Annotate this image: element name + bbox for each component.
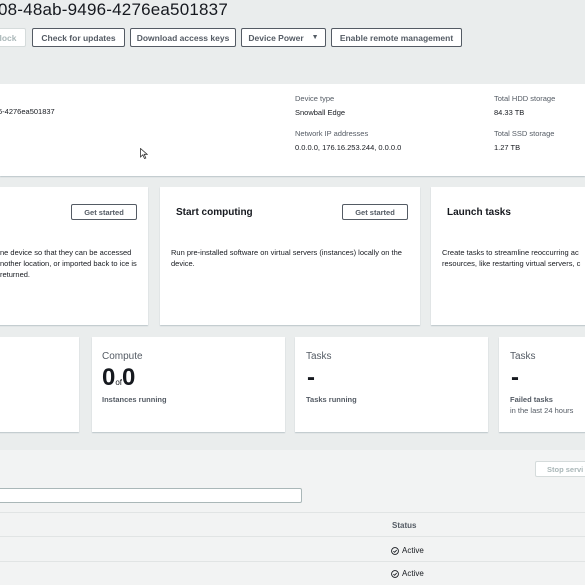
check-circle-icon xyxy=(391,546,399,555)
hdd-storage-label: Total HDD storage xyxy=(494,94,556,103)
tasks-metric-value: - xyxy=(307,364,315,391)
hdd-storage-value: 84.33 TB xyxy=(494,108,525,117)
compute-get-started-button[interactable]: Get started xyxy=(342,204,408,220)
device-id-value: 6-4276ea501837 xyxy=(0,107,55,116)
divider xyxy=(0,512,585,513)
storage-metric-panel xyxy=(0,337,79,432)
tasks-metric-title: Tasks xyxy=(306,351,332,362)
status-column-header: Status xyxy=(392,521,417,530)
ssd-storage-value: 1.27 TB xyxy=(494,143,521,152)
compute-metric-title: Compute xyxy=(102,351,143,362)
enable-remote-management-button[interactable]: Enable remote management xyxy=(331,28,462,47)
transfer-card: Get started ne device so that they can b… xyxy=(0,187,148,325)
back-button-label: lock xyxy=(0,32,17,43)
instances-running-label: Instances running xyxy=(102,395,167,404)
compute-card-title: Start computing xyxy=(176,207,253,218)
compute-metric-value: 0of0 xyxy=(102,364,135,392)
check-updates-button[interactable]: Check for updates xyxy=(32,28,125,47)
compute-metric-panel: Compute 0of0 Instances running xyxy=(92,337,285,432)
network-ip-label: Network IP addresses xyxy=(295,129,369,138)
device-power-label: Device Power xyxy=(248,32,304,43)
compute-get-started-label: Get started xyxy=(355,207,395,217)
tasks-card-title: Launch tasks xyxy=(447,207,511,218)
stop-service-label: Stop servi xyxy=(547,464,584,474)
tasks-card: Launch tasks Create tasks to streamline … xyxy=(431,187,585,325)
services-section: Stop servi Status Active Active xyxy=(0,450,585,585)
stop-service-button[interactable]: Stop servi xyxy=(535,461,585,477)
status-cell: Active xyxy=(391,569,424,578)
tasks-running-label: Tasks running xyxy=(306,395,357,404)
compute-card: Start computing Get started Run pre-inst… xyxy=(160,187,420,325)
filter-input[interactable] xyxy=(0,488,302,503)
device-summary-panel: 6-4276ea501837 Device type Snowball Edge… xyxy=(0,84,585,176)
transfer-get-started-button[interactable]: Get started xyxy=(71,204,137,220)
status-text: Active xyxy=(402,569,424,578)
compute-description: Run pre-installed software on virtual se… xyxy=(171,248,402,268)
caret-down-icon: ▼ xyxy=(311,34,319,41)
instances-total-count: 0 xyxy=(122,364,136,391)
check-circle-icon xyxy=(391,569,399,578)
failed-tasks-title: Tasks xyxy=(510,351,536,362)
remote-mgmt-label: Enable remote management xyxy=(339,32,454,43)
transfer-get-started-label: Get started xyxy=(84,207,124,217)
page-title: 08-48ab-9496-4276ea501837 xyxy=(0,0,228,19)
instances-running-count: 0 xyxy=(102,364,116,391)
failed-tasks-period: in the last 24 hours xyxy=(510,406,574,415)
network-ip-value: 0.0.0.0, 176.16.253.244, 0.0.0.0 xyxy=(295,143,402,152)
tasks-description: Create tasks to streamline reoccurring a… xyxy=(442,248,581,268)
back-button[interactable]: lock xyxy=(0,28,26,47)
failed-tasks-value: - xyxy=(511,364,519,391)
device-type-value: Snowball Edge xyxy=(295,108,346,117)
ssd-storage-label: Total SSD storage xyxy=(494,129,555,138)
transfer-description: ne device so that they can be accessed n… xyxy=(0,248,137,279)
check-updates-label: Check for updates xyxy=(41,32,116,43)
device-power-button[interactable]: Device Power ▼ xyxy=(241,28,326,47)
download-keys-label: Download access keys xyxy=(136,32,230,43)
tasks-metric-panel: Tasks - Tasks running xyxy=(295,337,488,432)
device-type-label: Device type xyxy=(295,94,335,103)
failed-tasks-label: Failed tasks xyxy=(510,395,553,404)
download-keys-button[interactable]: Download access keys xyxy=(130,28,236,47)
failed-tasks-metric-panel: Tasks - Failed tasks in the last 24 hour… xyxy=(499,337,585,432)
status-text: Active xyxy=(402,546,424,555)
divider xyxy=(0,536,585,537)
mouse-cursor-icon xyxy=(140,148,148,159)
status-cell: Active xyxy=(391,546,424,555)
divider xyxy=(0,561,585,562)
